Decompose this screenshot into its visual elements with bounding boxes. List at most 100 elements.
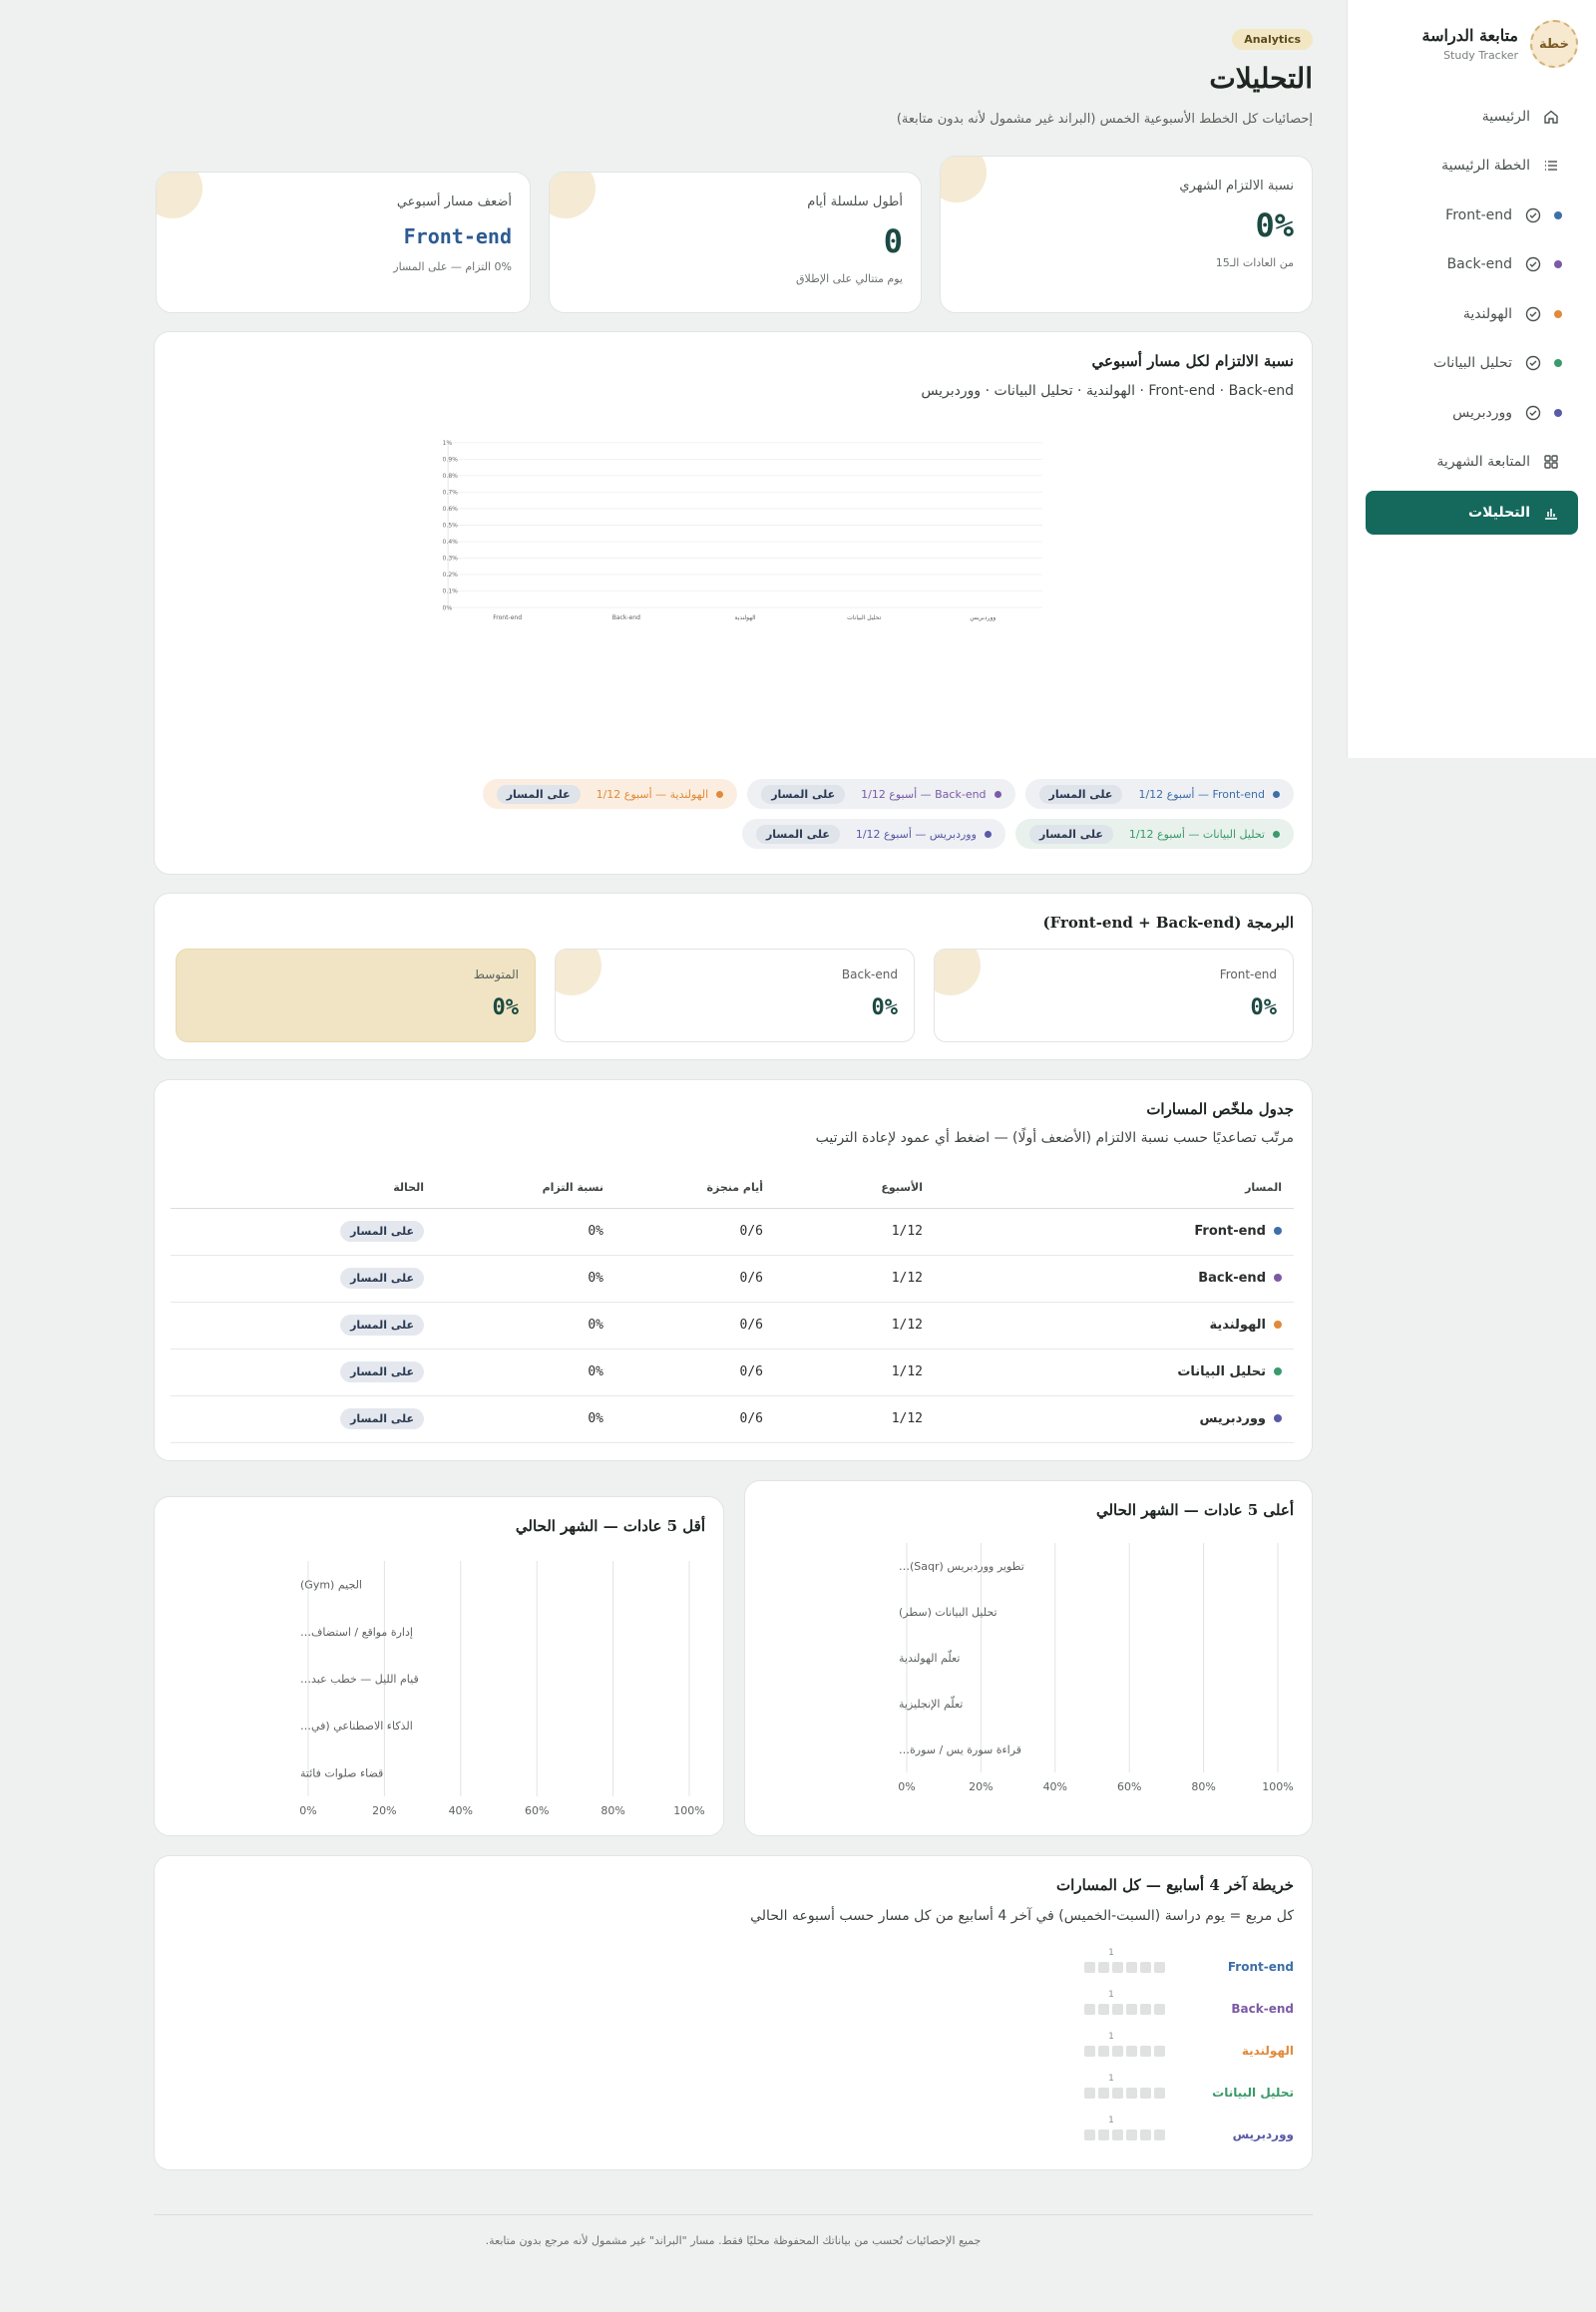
column-header[interactable]: نسبة التزام xyxy=(436,1168,615,1209)
sidebar-item-1[interactable]: الخطة الرئيسية xyxy=(1366,142,1578,192)
kpi-card-weakest: أضعف مسار أسبوعي Front-end 0% التزام — ع… xyxy=(156,172,531,313)
heatmap-cell xyxy=(1126,2129,1137,2140)
score-value: 0% xyxy=(871,995,899,1020)
pct-cell: 0% xyxy=(436,1302,615,1349)
sidebar-item-label: الرئيسية xyxy=(1481,108,1530,125)
legend-label: ووردبريس — أسبوع 1/12 xyxy=(855,827,977,841)
y-category-label: تطوير ووردبريس (Saqr)… xyxy=(899,1560,1024,1573)
status-badge: على المسار xyxy=(340,1268,424,1289)
x-tick-label: Front-end xyxy=(493,614,522,621)
y-tick-label: 1% xyxy=(443,440,453,447)
heatmap-cell xyxy=(1098,1962,1109,1973)
week-cell: 1/12 xyxy=(775,1395,935,1443)
legend-status: على المسار xyxy=(1028,824,1113,844)
heatmap-cell xyxy=(1112,2046,1123,2057)
kpi-label: أضعف مسار أسبوعي xyxy=(396,194,512,209)
week-number: 1 xyxy=(1108,1990,1114,2000)
heatmap-cell xyxy=(1098,2129,1109,2140)
heatmap-cell xyxy=(1098,2046,1109,2057)
track-cell: الهولندية xyxy=(935,1302,1294,1349)
sidebar-item-label: ووردبريس xyxy=(1452,404,1512,421)
heatmap-cell xyxy=(1154,2004,1165,2015)
heatmap-row-label: Back-end xyxy=(1231,2002,1294,2016)
y-category-label: تعلّم الإنجليزية xyxy=(899,1696,963,1711)
column-header[interactable]: الأسبوع xyxy=(775,1168,935,1209)
heatmap-cell xyxy=(1098,2004,1109,2015)
column-header[interactable]: أيام منجزة xyxy=(615,1168,775,1209)
kpi-label: نسبة الالتزام الشهري xyxy=(1179,179,1294,193)
track-cell: Back-end xyxy=(935,1255,1294,1303)
check-circle-icon xyxy=(1524,404,1542,422)
top-habits-chart: 0% 20% 40% 60% 80% 100% تطوير ووردبريس (Saqr)…… xyxy=(898,1543,1294,1793)
status-badge: على المسار xyxy=(340,1361,424,1382)
kpi-value: Front-end xyxy=(403,224,512,248)
track-name: Front-end xyxy=(1194,1224,1266,1239)
weekly-bar-chart: 0% 0.1% 0.2% 0.3% 0.4% 0.5% 0.6% 0.7% 0.8% 0.9% 1%… xyxy=(443,440,1042,621)
heatmap-cell xyxy=(1126,1962,1137,1973)
table-row: الهولندية 1/12 0/6 0% على المسار xyxy=(171,1302,1294,1349)
status-cell: على المسار xyxy=(171,1255,436,1303)
legend-label: Front-end — أسبوع 1/12 xyxy=(1138,787,1265,801)
sidebar-item-2[interactable]: Front-end xyxy=(1366,191,1578,240)
list-icon xyxy=(1542,157,1560,175)
heatmap-row: الهولندية 1 xyxy=(171,2032,1294,2076)
legend-status: على المسار xyxy=(496,784,581,804)
track-name: Back-end xyxy=(1198,1271,1266,1286)
column-header[interactable]: المسار xyxy=(935,1168,1294,1209)
x-tick-label: 40% xyxy=(449,1804,473,1817)
sidebar-item-7[interactable]: المتابعة الشهرية xyxy=(1366,438,1578,488)
sidebar-item-label: Back-end xyxy=(1446,256,1512,273)
legend-dot xyxy=(1273,830,1280,838)
y-tick-label: 0.6% xyxy=(443,506,459,513)
average-score-card: المتوسط 0% xyxy=(176,949,536,1042)
y-tick-label: 0% xyxy=(443,604,453,611)
page-subtitle: إحصائيات كل الخطط الأسبوعية الخمس (البرا… xyxy=(896,112,1313,127)
heatmap-cells xyxy=(1084,2088,1165,2099)
footer-note: جميع الإحصائيات تُحسب من بياناتك المحفوظ… xyxy=(485,2234,982,2247)
track-color-dot xyxy=(1554,260,1562,269)
sidebar-item-6[interactable]: ووردبريس xyxy=(1366,388,1578,438)
column-header[interactable]: الحالة xyxy=(171,1168,436,1209)
status-cell: على المسار xyxy=(171,1395,436,1443)
days-cell: 0/6 xyxy=(615,1255,775,1303)
heatmap-cell xyxy=(1098,2088,1109,2099)
table-subtitle: مرتّب تصاعديًا حسب نسبة الالتزام (الأضعف… xyxy=(815,1130,1294,1146)
heatmap-cell xyxy=(1084,1962,1095,1973)
sidebar-item-5[interactable]: تحليل البيانات xyxy=(1366,339,1578,389)
y-category-label: إدارة مواقع / استضاف… xyxy=(300,1626,413,1639)
check-circle-icon xyxy=(1524,305,1542,323)
heatmap-cell xyxy=(1084,2046,1095,2057)
heatmap-row-label: تحليل البيانات xyxy=(1212,2086,1294,2100)
legend-item: ووردبريس — أسبوع 1/12 على المسار xyxy=(741,819,1005,849)
x-tick-label: 60% xyxy=(1117,1780,1141,1793)
track-color-dot xyxy=(1274,1367,1282,1375)
week-number: 1 xyxy=(1108,2116,1114,2125)
programming-card: البرمجة (Front-end + Back-end) Front-end… xyxy=(154,893,1313,1060)
days-cell: 0/6 xyxy=(615,1302,775,1349)
x-tick-label: 60% xyxy=(525,1804,549,1817)
check-circle-icon xyxy=(1524,354,1542,372)
kpi-note: 0% التزام — على المسار xyxy=(393,260,512,273)
frontend-score-card: Front-end 0% xyxy=(934,949,1294,1042)
sidebar-item-4[interactable]: الهولندية xyxy=(1366,289,1578,339)
status-cell: على المسار xyxy=(171,1208,436,1256)
legend-status: على المسار xyxy=(1038,784,1123,804)
x-tick-label: ووردبريس xyxy=(970,614,996,621)
heatmap-cell xyxy=(1154,1962,1165,1973)
heatmap-cell xyxy=(1126,2046,1137,2057)
analytics-badge: Analytics xyxy=(1232,29,1313,50)
heatmap-subtitle: كل مربع = يوم دراسة (السبت-الخميس) في آخ… xyxy=(750,1908,1294,1924)
sidebar-item-8[interactable]: التحليلات xyxy=(1366,491,1578,535)
programming-title: البرمجة (Front-end + Back-end) xyxy=(1042,914,1294,932)
kpi-note: يوم متتالي على الإطلاق xyxy=(795,272,903,285)
y-tick-label: 0.8% xyxy=(443,473,459,480)
sidebar-item-3[interactable]: Back-end xyxy=(1366,240,1578,290)
status-cell: على المسار xyxy=(171,1349,436,1396)
sidebar-item-label: التحليلات xyxy=(1468,505,1530,521)
track-cell: Front-end xyxy=(935,1208,1294,1256)
sidebar-item-0[interactable]: الرئيسية xyxy=(1366,92,1578,142)
y-category-label: قضاء صلوات فائتة xyxy=(300,1766,383,1779)
x-tick-label: الهولندية xyxy=(734,614,756,621)
legend-dot xyxy=(984,830,992,838)
heatmap-row-label: الهولندية xyxy=(1241,2044,1294,2058)
